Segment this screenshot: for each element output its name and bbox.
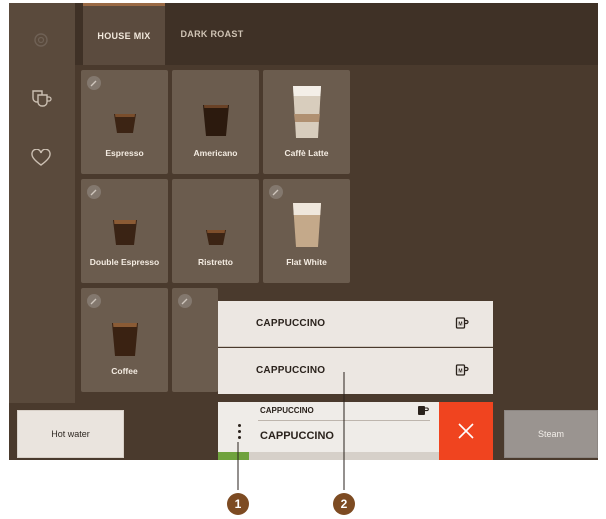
- callout-lines: [237, 372, 345, 490]
- callout-2: 2: [333, 493, 355, 515]
- callout-1: 1: [227, 493, 249, 515]
